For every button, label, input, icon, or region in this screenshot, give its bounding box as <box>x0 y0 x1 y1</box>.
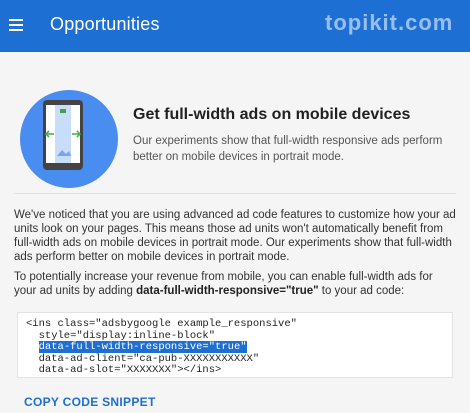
app-bar: Opportunities topikit.com <box>0 0 470 52</box>
explanation-paragraph: We've noticed that you are using advance… <box>14 209 456 263</box>
watermark: topikit.com <box>325 10 454 35</box>
instruction-paragraph: To potentially increase your revenue fro… <box>14 270 458 298</box>
mobile-full-width-ad-icon <box>20 90 118 188</box>
copy-code-button[interactable]: COPY CODE SNIPPET <box>24 395 156 409</box>
code-line-highlighted: data-full-width-responsive="true" <box>26 341 452 354</box>
code-line: data-ad-slot="XXXXXXX"></ins> <box>26 364 222 376</box>
instruction-suffix: to your ad code: <box>318 285 405 297</box>
attribute-name: data-full-width-responsive="true" <box>136 285 319 297</box>
code-snippet[interactable]: <ins class="adsbygoogle example_responsi… <box>17 312 453 378</box>
menu-icon[interactable] <box>7 14 33 38</box>
hero-title: Get full-width ads on mobile devices <box>133 106 411 123</box>
highlighted-attribute: data-full-width-responsive="true" <box>38 341 247 353</box>
hero-description: Our experiments show that full-width res… <box>133 135 443 163</box>
page-title: Opportunities <box>50 14 160 34</box>
code-line: <ins class="adsbygoogle example_responsi… <box>26 318 297 330</box>
divider <box>14 193 456 194</box>
